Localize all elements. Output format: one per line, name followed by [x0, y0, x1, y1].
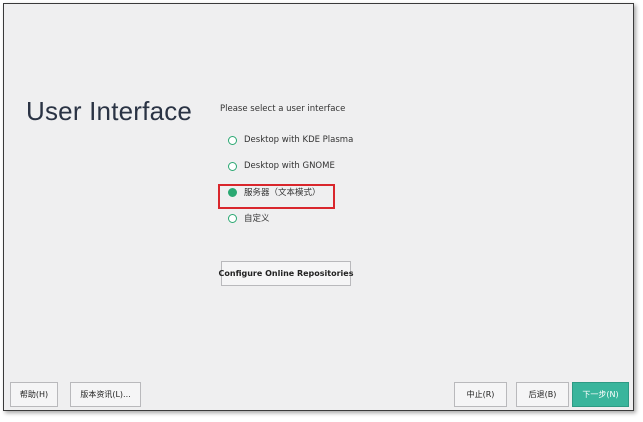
interface-prompt: Please select a user interface — [220, 104, 346, 114]
radio-gnome[interactable] — [228, 161, 237, 171]
highlight-annotation-box — [218, 184, 335, 209]
configure-online-repositories-button[interactable]: Configure Online Repositories — [219, 261, 353, 286]
radio-kde-plasma[interactable] — [228, 135, 237, 145]
option-label: Desktop with KDE Plasma — [244, 135, 354, 145]
option-gnome[interactable]: Desktop with GNOME — [228, 159, 335, 173]
help-button[interactable]: 帮助(H) — [10, 382, 58, 407]
next-button[interactable]: 下一步(N) — [572, 382, 629, 407]
installer-window: User Interface Please select a user inte… — [3, 3, 634, 411]
page-title: User Interface — [26, 96, 193, 126]
option-kde-plasma[interactable]: Desktop with KDE Plasma — [228, 133, 353, 147]
radio-custom[interactable] — [228, 213, 237, 223]
option-label: Desktop with GNOME — [244, 161, 335, 171]
release-notes-button[interactable]: 版本资讯(L)... — [70, 382, 141, 407]
option-label: 自定义 — [244, 214, 270, 224]
option-custom[interactable]: 自定义 — [228, 211, 270, 225]
back-button[interactable]: 后退(B) — [516, 382, 569, 407]
abort-button[interactable]: 中止(R) — [454, 382, 507, 407]
